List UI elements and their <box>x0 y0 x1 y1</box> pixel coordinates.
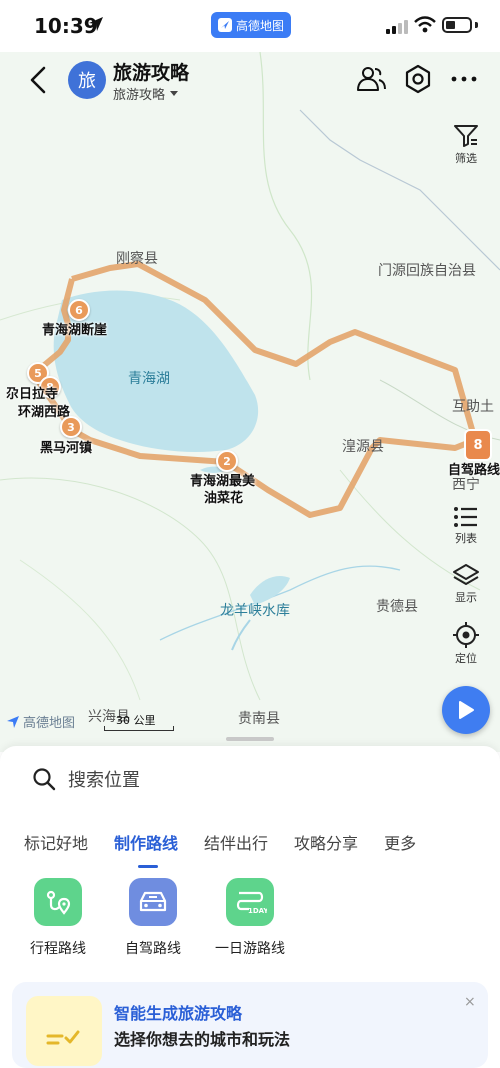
route-marker-6[interactable]: 6 <box>68 299 90 321</box>
status-bar: 10:39 高德地图 <box>0 0 500 52</box>
caret-down-icon <box>170 90 179 96</box>
spot-label-2-line2[interactable]: 油菜花 <box>204 490 243 507</box>
search-input[interactable]: 搜索位置 <box>68 766 140 792</box>
map-logo-text: 高德地图 <box>23 716 76 731</box>
search-bar[interactable]: 搜索位置 <box>12 756 488 802</box>
feature-itinerary-route[interactable]: 行程路线 <box>8 878 108 958</box>
settings-hex-icon[interactable] <box>402 63 434 95</box>
more-icon[interactable] <box>448 63 480 95</box>
ai-card-title: 智能生成旅游攻略 <box>114 1004 243 1023</box>
map-view[interactable]: 刚察县 门源回族自治县 互助土 青海湖 湟源县 西宁 龙羊峡水库 贵德县 兴海县… <box>0 52 500 752</box>
route-pin-icon <box>34 878 82 926</box>
feature-one-day-route[interactable]: 1DAY 一日游路线 <box>200 878 300 958</box>
tab-more[interactable]: 更多 <box>384 830 416 854</box>
list-icon <box>454 507 477 527</box>
tab-guide-share[interactable]: 攻略分享 <box>294 830 358 854</box>
filter-label: 筛选 <box>455 152 477 165</box>
locate-button[interactable]: 定位 <box>444 622 488 666</box>
label-guinan: 贵南县 <box>238 711 280 727</box>
page-title: 旅游攻略 <box>113 62 190 84</box>
one-day-icon: 1DAY <box>226 878 274 926</box>
filter-button[interactable]: 筛选 <box>444 124 488 166</box>
route-end-marker[interactable]: 8 <box>464 429 492 461</box>
close-icon[interactable]: × <box>464 994 476 1010</box>
ai-card-subtitle: 选择你想去的城市和玩法 <box>114 1030 291 1049</box>
spot-label-5[interactable]: 尕日拉寺 <box>6 386 58 403</box>
ai-guide-card[interactable]: 智能生成旅游攻略 选择你想去的城市和玩法 × <box>12 982 488 1068</box>
route-marker-2[interactable]: 2 <box>216 450 238 472</box>
label-huangyuan: 湟源县 <box>342 439 384 455</box>
search-icon <box>33 768 56 791</box>
list-button[interactable]: 列表 <box>444 506 488 546</box>
location-arrow-icon <box>89 17 103 31</box>
subtitle-dropdown[interactable]: 旅游攻略 <box>113 84 179 103</box>
avatar[interactable]: 旅 <box>68 61 106 99</box>
tab-make-route-label: 制作路线 <box>114 834 179 853</box>
label-longyangxia: 龙羊峡水库 <box>220 603 290 619</box>
play-route-button[interactable] <box>442 686 490 734</box>
tab-mark-places[interactable]: 标记好地 <box>24 830 88 854</box>
car-icon <box>129 878 177 926</box>
ai-guide-icon <box>26 996 102 1066</box>
feature-drive-label: 自驾路线 <box>125 941 181 957</box>
subtitle-label: 旅游攻略 <box>113 88 166 103</box>
label-menyuan: 门源回族自治县 <box>378 263 476 279</box>
play-icon <box>459 701 474 719</box>
tab-travel-together[interactable]: 结伴出行 <box>204 830 268 854</box>
signal-icon <box>386 20 408 34</box>
wifi-icon <box>414 16 436 33</box>
amap-badge[interactable]: 高德地图 <box>211 12 291 38</box>
tab-make-route[interactable]: 制作路线 <box>114 830 179 868</box>
label-gangcha: 刚察县 <box>116 251 158 267</box>
back-button[interactable] <box>24 64 54 96</box>
battery-tip <box>475 22 478 28</box>
battery-icon <box>442 17 472 33</box>
map-scale-bar <box>104 726 174 731</box>
amap-logo-icon <box>217 18 232 32</box>
svg-text:1DAY: 1DAY <box>248 907 267 915</box>
map-canvas <box>0 52 500 752</box>
label-guide: 贵德县 <box>376 599 418 615</box>
locate-icon <box>453 622 479 648</box>
label-huzhu: 互助土 <box>452 399 494 415</box>
layers-icon <box>453 564 479 585</box>
feature-itinerary-label: 行程路线 <box>30 941 86 957</box>
spot-label-end[interactable]: 自驾路线 <box>448 462 500 479</box>
route-marker-3[interactable]: 3 <box>60 416 82 438</box>
list-label: 列表 <box>455 532 477 545</box>
tab-bar: 标记好地 制作路线 结伴出行 攻略分享 更多 <box>24 830 442 868</box>
display-label: 显示 <box>455 591 477 604</box>
feature-one-day-label: 一日游路线 <box>215 941 285 957</box>
panel-drag-handle[interactable] <box>226 737 274 741</box>
amap-badge-label: 高德地图 <box>235 18 284 33</box>
locate-label: 定位 <box>455 652 477 665</box>
map-logo: 高德地图 <box>6 712 75 731</box>
display-button[interactable]: 显示 <box>444 563 488 605</box>
active-tab-indicator <box>138 865 159 868</box>
amap-arrow-icon <box>7 715 19 728</box>
spot-label-3[interactable]: 黑马河镇 <box>40 440 92 457</box>
label-qinghai-lake: 青海湖 <box>128 371 170 387</box>
spot-label-2-line1[interactable]: 青海湖最美 <box>190 473 255 490</box>
people-icon[interactable] <box>355 63 387 95</box>
spot-label-6[interactable]: 青海湖断崖 <box>42 322 107 339</box>
feature-drive-route[interactable]: 自驾路线 <box>103 878 203 958</box>
filter-icon <box>454 125 478 147</box>
